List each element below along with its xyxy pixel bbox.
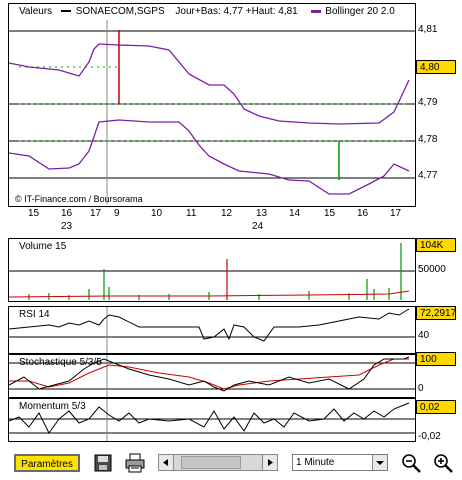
x-tick-label: 17 [390, 208, 402, 219]
bollinger-upper [9, 43, 410, 125]
y-tick-label: 4,78 [418, 134, 438, 145]
x-month-label: 23 [61, 221, 73, 232]
x-tick-label: 15 [28, 208, 40, 219]
x-tick-label: 16 [357, 208, 369, 219]
scroll-left-button[interactable] [159, 455, 174, 470]
scroll-left-icon [163, 459, 168, 466]
rsi-panel: RSI 14 [8, 306, 416, 354]
price-chart-panel: © IT-Finance.com / Boursorama Valeurs SO… [8, 3, 416, 207]
legend-values: Valeurs [19, 6, 53, 17]
print-icon [125, 453, 145, 473]
volume-svg [9, 243, 415, 300]
print-button[interactable] [124, 452, 146, 474]
zoom-out-button[interactable] [400, 452, 422, 474]
rsi-svg [9, 307, 415, 353]
scroll-right-icon [268, 459, 273, 466]
scroll-right-button[interactable] [262, 455, 277, 470]
momentum-panel: Momentum 5/3 [8, 398, 416, 442]
momentum-current-tag: 0,02 [416, 400, 456, 414]
x-tick-label: 12 [221, 208, 233, 219]
copyright-text: © IT-Finance.com / Boursorama [15, 194, 143, 204]
momentum-y-tick: -0,02 [418, 431, 441, 442]
price-legend-swatch [60, 10, 71, 13]
save-icon [94, 454, 112, 472]
stochastic-y-tick: 0 [418, 383, 424, 394]
volume-panel: Volume 15 [8, 238, 416, 302]
save-button[interactable] [92, 452, 114, 474]
x-tick-label: 16 [61, 208, 73, 219]
rsi-y-tick: 40 [418, 330, 430, 341]
price-chart-svg: © IT-Finance.com / Boursorama [9, 20, 415, 204]
dropdown-arrow-icon [376, 461, 384, 465]
y-tick-label: 4,79 [418, 97, 438, 108]
y-tick-label: 4,77 [418, 170, 438, 181]
current-price-tag: 4,80 [416, 60, 456, 74]
momentum-label: Momentum 5/3 [19, 401, 86, 412]
legend-symbol: SONAECOM,SGPS [75, 6, 165, 17]
interval-dropdown-button[interactable] [372, 455, 387, 470]
y-tick-label: 4,81 [418, 24, 438, 35]
zoom-out-icon [402, 454, 421, 473]
bollinger-lower [9, 119, 410, 195]
main-legend: Valeurs SONAECOM,SGPS Jour+Bas: 4,77 +Ha… [19, 6, 395, 20]
volume-y-tick: 50000 [418, 264, 446, 275]
parametres-button[interactable]: Paramètres [14, 454, 80, 472]
horizontal-scrollbar[interactable] [158, 454, 278, 471]
x-tick-label: 13 [256, 208, 268, 219]
rsi-line [9, 308, 410, 342]
bottom-toolbar: Paramètres 1 Minute [0, 448, 462, 480]
interval-select-value: 1 Minute [296, 457, 335, 468]
scroll-thumb[interactable] [181, 456, 241, 469]
legend-info: Jour+Bas: 4,77 +Haut: 4,81 [175, 6, 298, 17]
volume-label: Volume 15 [19, 241, 67, 252]
x-tick-label: 17 [90, 208, 102, 219]
x-month-label: 24 [252, 221, 264, 232]
legend-bollinger: Bollinger 20 2.0 [325, 6, 395, 17]
x-tick-label: 14 [289, 208, 301, 219]
x-tick-label: 11 [186, 208, 197, 219]
interval-select[interactable]: 1 Minute [292, 454, 388, 471]
x-tick-label: 9 [114, 208, 120, 219]
zoom-in-button[interactable] [432, 452, 454, 474]
x-tick-label: 15 [324, 208, 336, 219]
volume-current-tag: 104K [416, 238, 456, 252]
stochastic-label: Stochastique 5/3/5 [19, 357, 102, 368]
rsi-current-tag: 72,2917 [416, 306, 456, 320]
zoom-in-icon [434, 454, 453, 473]
x-axis-labels: 15 16 17 9 10 11 12 13 14 15 16 17 23 24 [0, 208, 462, 234]
x-tick-label: 10 [151, 208, 163, 219]
stochastic-current-tag: 100 [416, 352, 456, 366]
stochastic-panel: Stochastique 5/3/5 [8, 354, 416, 398]
bollinger-legend-swatch [310, 9, 321, 13]
rsi-label: RSI 14 [19, 309, 50, 320]
